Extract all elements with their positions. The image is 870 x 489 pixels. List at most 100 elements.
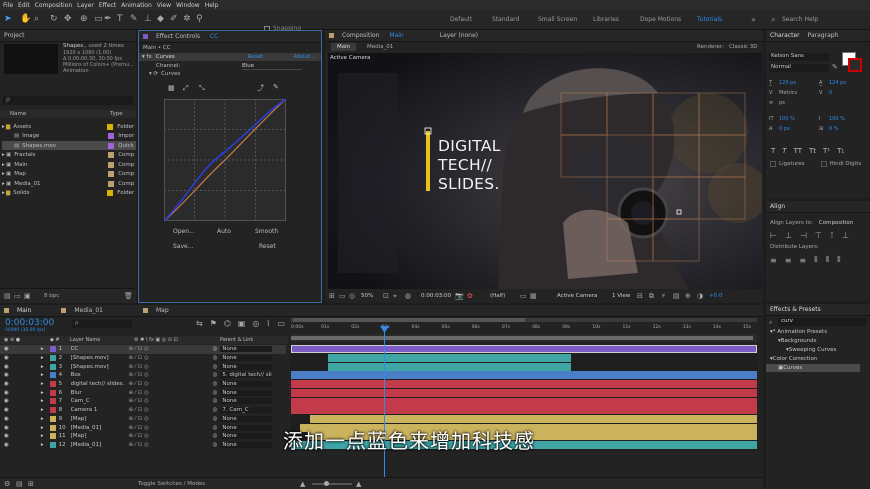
layer-row[interactable]: ◉ ▸ 8 Camera 1 ⊕ ⁄ ⊡ ◎ ◎ 7. Cam_C [0, 406, 286, 415]
brainstorm-icon[interactable]: ▭ [277, 319, 285, 328]
transparency-icon[interactable]: ◍ [405, 292, 411, 300]
visibility-eye-icon[interactable]: ◉ [4, 407, 9, 413]
selection-tool-icon[interactable]: ➤ [4, 14, 12, 25]
curves-save-button[interactable]: Save... [173, 243, 193, 250]
horizontal-scale-value[interactable]: 100 % [829, 114, 845, 124]
stroke-width-value[interactable]: px [779, 98, 819, 108]
expand-twirl-icon[interactable]: ▸ [41, 416, 44, 422]
menu-file[interactable]: File [3, 2, 13, 9]
expand-twirl-icon[interactable]: ▸ [41, 381, 44, 387]
hindi-digits-checkbox[interactable] [820, 161, 827, 167]
tab-character[interactable]: Character [770, 32, 800, 39]
faux-bold-button[interactable]: T [771, 147, 775, 155]
expand-twirl-icon[interactable]: ▸ [41, 390, 44, 396]
vertical-scale-value[interactable]: 100 % [779, 114, 819, 124]
visibility-eye-icon[interactable]: ◉ [4, 425, 9, 431]
parent-select[interactable]: None [220, 424, 273, 431]
superscript-button[interactable]: T¹ [823, 147, 830, 155]
time-navigator[interactable] [291, 318, 757, 322]
timeline-toggle-icon[interactable]: ▤ [673, 292, 680, 300]
timeline-zoom-slider[interactable] [312, 481, 352, 486]
project-item[interactable]: ▸ ▣ Fractals Comp [2, 151, 136, 160]
layer-label-swatch[interactable] [49, 363, 56, 370]
parent-pickwhip-icon[interactable]: ◎ [213, 398, 218, 404]
curves-smooth-button[interactable]: Smooth [255, 228, 278, 235]
graph-editor-icon[interactable]: ⌇ [266, 319, 270, 328]
layer-switches[interactable]: ⊕ ⁄ ⊡ ◎ [129, 433, 213, 439]
layer-label-swatch[interactable] [49, 354, 56, 361]
align-left-icon[interactable]: ⊢ [770, 231, 777, 240]
curve-pen-icon[interactable]: ⤴ [257, 83, 264, 93]
workspace-libraries[interactable]: Libraries [593, 16, 619, 23]
zoom-tool-icon[interactable]: ⌕ [34, 14, 39, 25]
label-color-swatch[interactable] [107, 190, 114, 196]
visibility-eye-icon[interactable]: ◉ [4, 442, 9, 448]
layer-switches[interactable]: ⊕ ⁄ ⊡ ◎ [129, 372, 213, 378]
layer-name[interactable]: CC [71, 346, 129, 352]
layer-switches[interactable]: ⊕ ⁄ ⊡ ◎ [129, 390, 213, 396]
timeline-tab-map[interactable]: Map [156, 307, 169, 314]
expand-twirl-icon[interactable]: ▸ [41, 433, 44, 439]
comp-viewer[interactable]: Active Camera DIGITAL TECH// SLIDES. [328, 53, 762, 289]
menu-help[interactable]: Help [205, 2, 219, 9]
small-caps-button[interactable]: Tt [809, 147, 816, 155]
camera-tool-icon[interactable]: ✥ [64, 14, 72, 25]
curves-auto-button[interactable]: Auto [217, 228, 231, 235]
menu-composition[interactable]: Composition [35, 2, 72, 9]
parent-pickwhip-icon[interactable]: ◎ [213, 407, 218, 413]
label-color-swatch[interactable] [107, 123, 114, 130]
project-item[interactable]: ▸ ▆ Assets Folder [2, 122, 136, 131]
work-area-range[interactable] [291, 336, 753, 340]
search-help-input[interactable]: Search Help [782, 16, 818, 23]
layer-name[interactable]: Camera 1 [71, 407, 129, 413]
roi-icon[interactable]: ▭ [520, 292, 527, 300]
layer-row[interactable]: ◉ ▸ 9 [Map] ⊕ ⁄ ⊡ ◎ ◎ None [0, 415, 286, 424]
project-item[interactable]: ▤ Shapes.mov Quick [2, 141, 136, 150]
project-item[interactable]: ▤ Image Impor [2, 132, 136, 141]
column-layer-name[interactable]: Layer Name [70, 337, 100, 343]
curves-reset-button[interactable]: Reset [259, 243, 276, 250]
menu-layer[interactable]: Layer [77, 2, 94, 9]
parent-pickwhip-icon[interactable]: ◎ [213, 442, 218, 448]
parent-pickwhip-icon[interactable]: ◎ [213, 425, 218, 431]
menu-view[interactable]: View [157, 2, 171, 9]
label-color-swatch[interactable] [108, 152, 115, 158]
project-item[interactable]: ▸ ▣ Media_01 Comp [2, 179, 136, 188]
resolution-select[interactable]: (Half) [490, 293, 505, 299]
layer-switches[interactable]: ⊕ ⁄ ⊡ ◎ [129, 381, 213, 387]
ligatures-checkbox[interactable] [770, 161, 776, 167]
all-caps-button[interactable]: TT [794, 147, 802, 155]
channel-select[interactable]: Blue [242, 63, 302, 70]
font-family-select[interactable]: Kelson Sans [769, 53, 829, 61]
expand-twirl-icon[interactable]: ▸ [41, 442, 44, 448]
layer-duration-bar[interactable] [291, 380, 757, 389]
layer-row[interactable]: ◉ ▸ 5 digital tech// slides. ⊕ ⁄ ⊡ ◎ ◎ None [0, 380, 286, 389]
pan-behind-tool-icon[interactable]: ⊕ [80, 14, 88, 25]
zoom-out-icon[interactable]: ▲ [300, 480, 305, 488]
expand-twirl-icon[interactable]: ▸ [41, 407, 44, 413]
layer-row[interactable]: ◉ ▸ 4 Box⊕ ⁄ ⊡ ◎◎5. digital tech// slides [0, 371, 286, 380]
in-out-toggle-icon[interactable]: ⊞ [28, 480, 34, 488]
column-name[interactable]: Name [10, 111, 26, 117]
timeline-search-input[interactable]: ρ [72, 320, 132, 328]
align-to-select[interactable]: Composition [819, 220, 853, 226]
layer-row[interactable]: ◉ ▸ 12 [Media_01] ⊕ ⁄ ⊡ ◎ ◎ None [0, 441, 286, 450]
layer-label-swatch[interactable] [49, 424, 56, 431]
project-item[interactable]: ▸ ▆ Solids Folder [2, 189, 136, 198]
kerning-value[interactable]: Metrics [779, 88, 819, 98]
layer-label-swatch[interactable] [49, 441, 56, 448]
layer-label-swatch[interactable] [49, 381, 56, 388]
layer-name[interactable]: Cam_C [71, 398, 129, 404]
grid-icon[interactable]: ⊡ [383, 292, 389, 300]
motion-blur-icon[interactable]: ◎ [252, 319, 259, 328]
parent-select[interactable]: 5. digital tech// slides [220, 372, 273, 379]
curve-mode-icon[interactable]: ▦ [168, 84, 175, 92]
snapshot-icon[interactable]: 📷 [455, 292, 464, 300]
effects-search-input[interactable]: curv [778, 318, 866, 326]
tracking-value[interactable]: 0 [829, 88, 832, 98]
subscript-button[interactable]: T₁ [837, 147, 844, 155]
effects-tree-item[interactable]: ▣ Curves [766, 364, 860, 372]
mask-tool-icon[interactable]: ▭ [94, 14, 103, 25]
work-area-bar[interactable] [291, 334, 757, 342]
tab-align[interactable]: Align [770, 203, 785, 210]
